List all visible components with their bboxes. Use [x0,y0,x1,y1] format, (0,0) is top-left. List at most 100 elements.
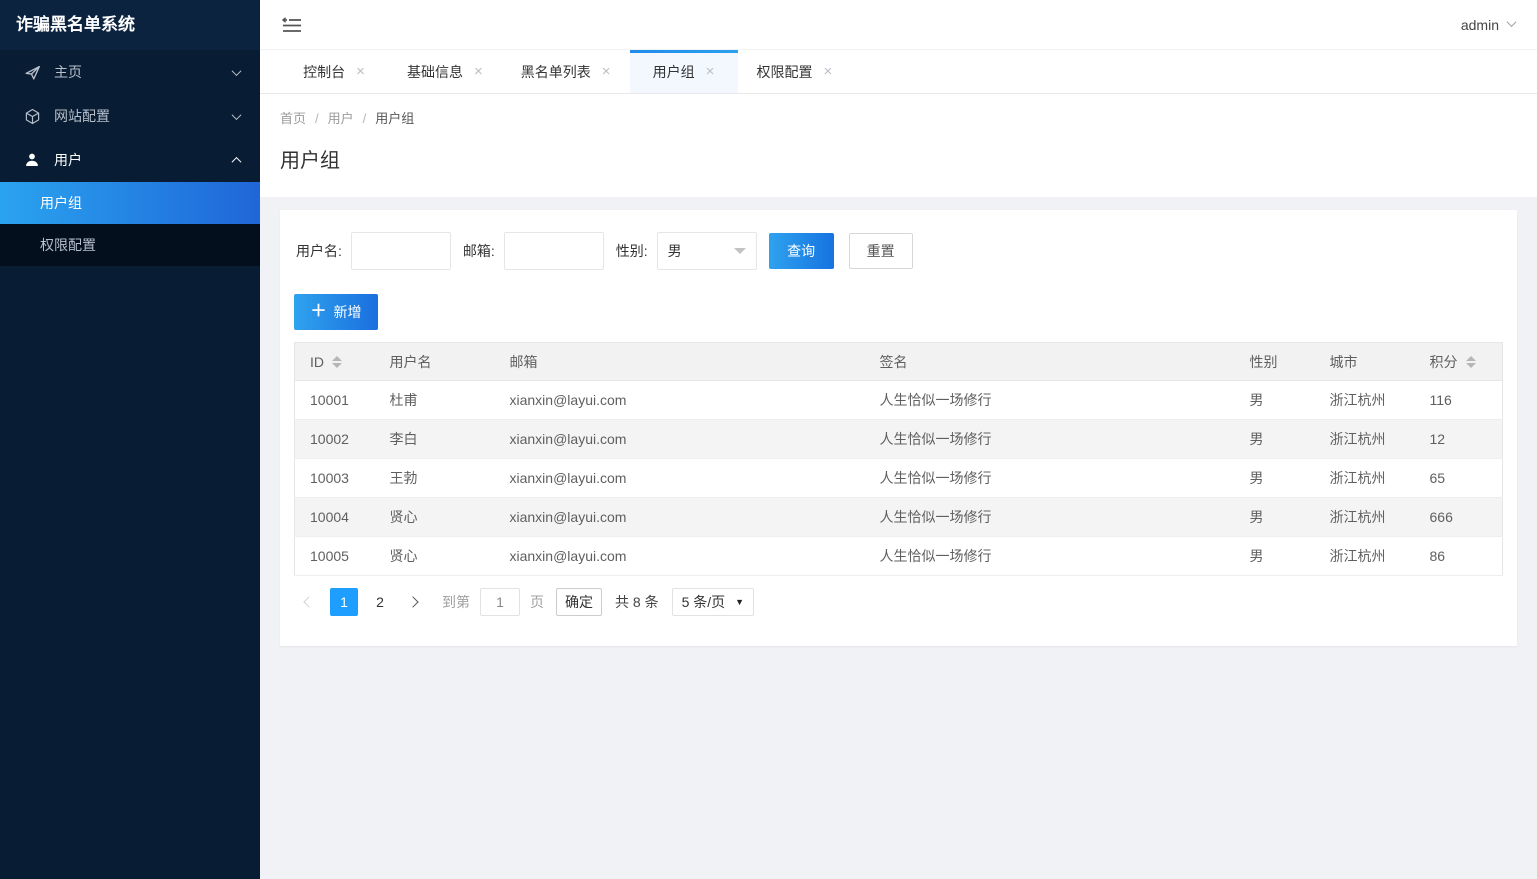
col-city: 城市 [1314,342,1415,381]
col-score[interactable]: 积分 [1414,342,1503,381]
sidebar-item-usergroup[interactable]: 用户组 [0,182,260,224]
gender-label: 性别: [615,243,648,259]
cell-city: 浙江杭州 [1314,458,1415,498]
table-row[interactable]: 10003 王勃 xianxin@layui.com 人生恰似一场修行 男 浙江… [294,458,1503,498]
topbar: admin [260,0,1537,50]
cell-email: xianxin@layui.com [494,419,865,459]
cell-city: 浙江杭州 [1314,419,1415,459]
username: admin [1460,16,1499,33]
cell-email: xianxin@layui.com [494,458,865,498]
col-email: 邮箱 [494,342,865,381]
sidebar-subitem-label: 用户组 [40,195,82,211]
table-row[interactable]: 10001 杜甫 xianxin@layui.com 人生恰似一场修行 男 浙江… [294,380,1503,420]
tab-blacklist[interactable]: 黑名单列表 × [502,50,630,93]
page-size-value: 5 条/页 [681,594,726,610]
page-size-select[interactable]: 5 条/页 ▼ [671,588,755,616]
close-icon[interactable]: × [602,64,611,79]
username-label: 用户名: [296,243,342,259]
sidebar: 诈骗黑名单系统 主页 网站配置 用户 用户组 权限配置 [0,0,260,879]
gender-select[interactable]: 男 [656,232,757,270]
table-row[interactable]: 10005 贤心 xianxin@layui.com 人生恰似一场修行 男 浙江… [294,536,1503,576]
usergroup-card: 用户名: 邮箱: 性别: 男 查询 重置 ＋ 新增 ID 用户名 邮箱 签名 性… [280,210,1517,646]
cell-sign: 人生恰似一场修行 [864,497,1235,537]
cell-sex: 男 [1234,497,1315,537]
cell-email: xianxin@layui.com [494,536,865,576]
cell-score: 12 [1414,419,1503,459]
breadcrumb-home[interactable]: 首页 [280,111,306,126]
close-icon[interactable]: × [706,64,715,79]
table-row[interactable]: 10004 贤心 xianxin@layui.com 人生恰似一场修行 男 浙江… [294,497,1503,537]
gender-select-value: 男 [667,243,682,259]
tab-usergroup[interactable]: 用户组 × [629,50,738,93]
content: 用户名: 邮箱: 性别: 男 查询 重置 ＋ 新增 ID 用户名 邮箱 签名 性… [260,197,1537,879]
add-button[interactable]: ＋ 新增 [294,294,378,330]
sidebar-item-permission[interactable]: 权限配置 [0,224,260,266]
usergroup-table: ID 用户名 邮箱 签名 性别 城市 积分 10001 杜甫 xianxin@l… [294,342,1503,576]
cell-id: 10001 [294,380,375,420]
sort-icon[interactable] [332,355,342,368]
email-input[interactable] [503,232,604,270]
tab-label: 控制台 [303,63,346,80]
chevron-down-icon [231,65,242,76]
sidebar-item-site-config[interactable]: 网站配置 [0,94,260,138]
close-icon[interactable]: × [824,64,833,79]
cell-score: 86 [1414,536,1503,576]
app-title: 诈骗黑名单系统 [0,0,260,50]
tabbar: 控制台 × 基础信息 × 黑名单列表 × 用户组 × 权限配置 × [260,50,1537,94]
sidebar-item-label: 主页 [54,64,82,80]
user-icon [22,152,42,168]
prev-page-icon[interactable] [296,588,322,616]
sidebar-item-users[interactable]: 用户 [0,138,260,182]
cell-sex: 男 [1234,419,1315,459]
close-icon[interactable]: × [356,64,365,79]
username-input[interactable] [350,232,451,270]
app-root: 诈骗黑名单系统 主页 网站配置 用户 用户组 权限配置 admin 控制台 × … [0,0,1537,879]
goto-suffix: 页 [530,594,544,610]
cell-city: 浙江杭州 [1314,536,1415,576]
table-row[interactable]: 10002 李白 xianxin@layui.com 人生恰似一场修行 男 浙江… [294,419,1503,459]
reset-button[interactable]: 重置 [848,233,913,269]
breadcrumb: 首页 / 用户 / 用户组 [280,108,1517,127]
sort-icon[interactable] [1465,355,1476,368]
cell-username: 王勃 [374,458,495,498]
page-number[interactable]: 1 [330,588,358,616]
col-sign: 签名 [864,342,1235,381]
tab-label: 权限配置 [756,63,813,80]
sidebar-item-home[interactable]: 主页 [0,50,260,94]
tab-permission[interactable]: 权限配置 × [738,50,852,93]
main-area: admin 控制台 × 基础信息 × 黑名单列表 × 用户组 × 权限配置 × … [260,0,1537,879]
goto-prefix: 到第 [442,594,470,610]
col-score-label: 积分 [1429,353,1458,370]
breadcrumb-users[interactable]: 用户 [328,111,354,126]
paper-plane-icon [22,64,42,81]
confirm-button[interactable]: 确定 [556,588,602,616]
next-page-icon[interactable] [400,588,426,616]
page-header: 首页 / 用户 / 用户组 用户组 [260,94,1537,197]
sidebar-nav: 主页 网站配置 用户 用户组 权限配置 [0,50,260,266]
goto-page-input[interactable] [480,588,520,616]
breadcrumb-separator: / [362,111,367,126]
cell-city: 浙江杭州 [1314,497,1415,537]
cube-icon [22,108,42,125]
chevron-down-icon [231,109,242,120]
fold-menu-icon[interactable] [282,16,302,34]
cell-sign: 人生恰似一场修行 [864,536,1235,576]
query-button[interactable]: 查询 [768,233,834,269]
tab-console[interactable]: 控制台 × [280,50,388,93]
close-icon[interactable]: × [474,64,483,79]
cell-score: 116 [1414,380,1503,420]
tab-basic-info[interactable]: 基础信息 × [388,50,502,93]
select-arrow-icon: ▼ [735,597,745,607]
total-count: 共 8 条 [615,594,659,610]
page-title: 用户组 [280,150,340,172]
search-form: 用户名: 邮箱: 性别: 男 查询 重置 [294,224,1503,272]
page-number[interactable]: 2 [366,588,394,616]
cell-id: 10004 [294,497,375,537]
plus-icon: ＋ [310,303,327,320]
user-menu[interactable]: admin [1460,16,1517,33]
col-id-label: ID [310,353,324,370]
col-id[interactable]: ID [294,342,375,381]
cell-sex: 男 [1234,380,1315,420]
chevron-down-icon [1506,16,1517,27]
cell-score: 65 [1414,458,1503,498]
